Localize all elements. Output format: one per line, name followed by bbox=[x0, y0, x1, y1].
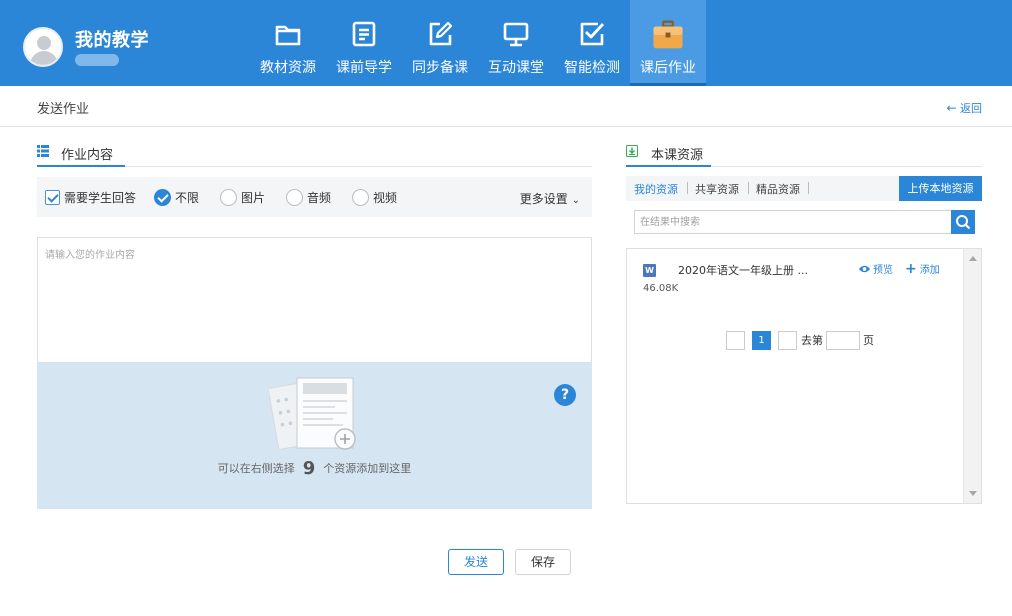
nav-label: 课后作业 bbox=[640, 60, 696, 76]
search-button[interactable] bbox=[951, 210, 975, 234]
nav-label: 智能检测 bbox=[564, 60, 620, 76]
answer-options-bar: 需要学生回答 不限 图片 音频 视频 更多设置 ⌄ bbox=[37, 177, 592, 217]
resource-list: W 2020年语文一年级上册 ... 46.08K 预览 + 添加 1 去第 页 bbox=[626, 248, 982, 504]
tab-divider bbox=[687, 182, 688, 194]
add-label: 添加 bbox=[919, 265, 940, 276]
radio-icon bbox=[286, 188, 303, 206]
document-icon bbox=[352, 21, 376, 47]
answer-type-label: 视频 bbox=[373, 190, 398, 205]
require-answer-checkbox[interactable]: 需要学生回答 bbox=[45, 187, 136, 207]
checkbox-icon bbox=[580, 22, 605, 46]
tab-divider bbox=[808, 182, 809, 194]
search-icon bbox=[956, 215, 971, 230]
back-link[interactable]: ← 返回 bbox=[946, 100, 982, 116]
pager-prev[interactable] bbox=[726, 330, 745, 350]
back-label: 返回 bbox=[960, 102, 982, 115]
more-settings-dropdown[interactable]: 更多设置 ⌄ bbox=[520, 190, 580, 207]
checkbox-checked-icon bbox=[45, 189, 60, 205]
tab-my-resources[interactable]: 我的资源 bbox=[634, 181, 678, 197]
answer-type-label: 不限 bbox=[175, 190, 200, 205]
chevron-down-icon: ⌄ bbox=[571, 195, 580, 206]
answer-type-radio-image[interactable]: 图片 bbox=[220, 187, 265, 207]
nav-label: 互动课堂 bbox=[488, 60, 544, 76]
nav-label: 同步备课 bbox=[412, 60, 468, 76]
briefcase-icon bbox=[653, 20, 683, 49]
scroll-down-icon[interactable] bbox=[969, 491, 977, 496]
resources-section-title: 本课资源 bbox=[651, 148, 704, 163]
answer-type-radio-video[interactable]: 视频 bbox=[352, 187, 397, 207]
preview-button[interactable]: 预览 bbox=[858, 261, 893, 276]
pager-goto-label: 去第 bbox=[801, 334, 823, 347]
dropzone-count: 9 bbox=[302, 458, 316, 479]
top-header: 我的教学 教材资源 课前导学 同步备课 互动课堂 智能检测 课后作业 bbox=[0, 0, 1012, 86]
send-button[interactable]: 发送 bbox=[448, 549, 504, 575]
nav-item-lesson-prep[interactable]: 同步备课 bbox=[402, 0, 478, 86]
answer-type-radio-unlimited[interactable]: 不限 bbox=[154, 187, 199, 207]
homework-section-divider bbox=[37, 165, 592, 167]
pager-next[interactable] bbox=[778, 330, 797, 350]
help-icon[interactable]: ? bbox=[554, 384, 576, 406]
add-button[interactable]: + 添加 bbox=[905, 260, 940, 277]
resource-size: 46.08K bbox=[643, 283, 679, 294]
page-number-input[interactable] bbox=[826, 330, 860, 350]
edit-icon bbox=[429, 21, 453, 46]
nav-item-homework[interactable]: 课后作业 bbox=[630, 0, 706, 86]
nav-item-textbook-resources[interactable]: 教材资源 bbox=[250, 0, 326, 86]
plus-icon: + bbox=[905, 260, 917, 277]
word-file-icon: W bbox=[643, 264, 656, 277]
avatar[interactable] bbox=[23, 27, 63, 67]
homework-content-input[interactable] bbox=[38, 238, 591, 362]
radio-checked-icon bbox=[154, 188, 171, 206]
dropzone-text-after: 个资源添加到这里 bbox=[323, 462, 412, 475]
homework-section-title: 作业内容 bbox=[61, 148, 114, 163]
page-title: 发送作业 bbox=[37, 102, 90, 117]
answer-type-label: 音频 bbox=[307, 190, 332, 205]
folder-icon bbox=[275, 25, 301, 46]
more-settings-label: 更多设置 bbox=[519, 192, 568, 206]
radio-icon bbox=[220, 188, 237, 206]
download-icon bbox=[626, 145, 638, 157]
arrow-left-icon: ← bbox=[946, 101, 957, 115]
tab-premium-resources[interactable]: 精品资源 bbox=[756, 181, 800, 197]
username-blurred bbox=[75, 54, 119, 66]
require-answer-label: 需要学生回答 bbox=[64, 190, 137, 205]
resources-section-divider bbox=[626, 165, 982, 167]
eye-icon bbox=[858, 265, 871, 272]
answer-type-label: 图片 bbox=[241, 190, 266, 205]
nav-item-preview-guide[interactable]: 课前导学 bbox=[326, 0, 402, 86]
upload-local-resource-button[interactable]: 上传本地资源 bbox=[899, 176, 982, 201]
preview-label: 预览 bbox=[873, 265, 893, 276]
documents-add-illustration bbox=[269, 377, 356, 451]
search-input[interactable] bbox=[634, 210, 951, 234]
main-nav: 教材资源 课前导学 同步备课 互动课堂 智能检测 课后作业 bbox=[250, 0, 706, 86]
resource-name[interactable]: 2020年语文一年级上册 ... bbox=[678, 262, 808, 278]
resource-search bbox=[634, 210, 975, 234]
tab-divider bbox=[748, 182, 749, 194]
pager-current-page[interactable]: 1 bbox=[752, 330, 771, 350]
answer-type-radio-audio[interactable]: 音频 bbox=[286, 187, 331, 207]
nav-label: 教材资源 bbox=[260, 60, 316, 76]
homework-editor bbox=[37, 237, 592, 363]
list-icon bbox=[37, 145, 49, 157]
resource-dropzone[interactable]: 可以在右侧选择 9 个资源添加到这里 ? bbox=[37, 363, 592, 509]
save-button[interactable]: 保存 bbox=[515, 549, 571, 575]
tab-shared-resources[interactable]: 共享资源 bbox=[695, 181, 739, 197]
breadcrumb: 发送作业 ← 返回 bbox=[0, 86, 1012, 127]
nav-label: 课前导学 bbox=[336, 60, 392, 76]
avatar-head bbox=[37, 36, 51, 50]
scrollbar[interactable] bbox=[963, 249, 981, 503]
scroll-up-icon[interactable] bbox=[969, 256, 977, 261]
nav-item-smart-test[interactable]: 智能检测 bbox=[554, 0, 630, 86]
pager-page-unit: 页 bbox=[863, 334, 874, 347]
pagination: 1 去第 页 bbox=[726, 330, 874, 350]
dropzone-hint: 可以在右侧选择 9 个资源添加到这里 bbox=[37, 458, 592, 479]
dropzone-text-before: 可以在右侧选择 bbox=[217, 462, 295, 475]
monitor-icon bbox=[503, 22, 529, 47]
app-title: 我的教学 bbox=[75, 30, 149, 51]
avatar-body bbox=[30, 51, 58, 65]
radio-icon bbox=[352, 188, 369, 206]
nav-item-interactive-class[interactable]: 互动课堂 bbox=[478, 0, 554, 86]
